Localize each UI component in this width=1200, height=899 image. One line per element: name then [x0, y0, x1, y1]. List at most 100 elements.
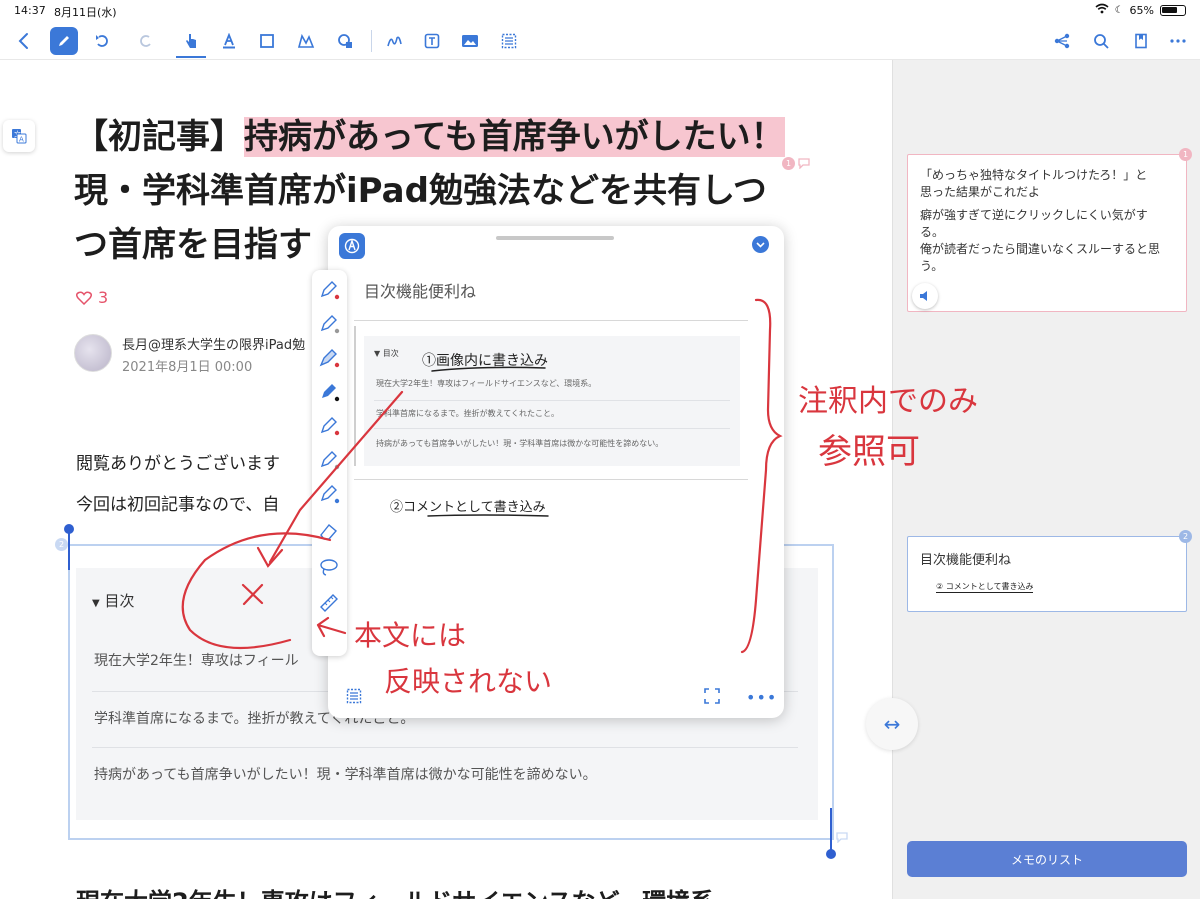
- hand-tool-active-indicator: [176, 56, 206, 58]
- handwriting-note-3b: 参照可: [818, 432, 920, 472]
- body-paragraph-2: 今回は初回記事なので、自: [76, 495, 280, 515]
- speaker-icon[interactable]: [912, 283, 938, 309]
- mini-toc-title: ▼ 目次: [374, 349, 399, 358]
- memo-panel: 「めっちゃ独特なタイトルつけたろ！」と 思った結果がこれだよ 癖が強すぎて逆にク…: [892, 60, 1200, 899]
- annotation-marker-1[interactable]: 1: [782, 157, 810, 170]
- ruler-icon[interactable]: [318, 592, 340, 614]
- share-icon[interactable]: [1048, 27, 1076, 55]
- memo-card-2[interactable]: 目次機能便利ね ② コメントとして書き込み: [907, 536, 1187, 612]
- pen-gray-icon[interactable]: [318, 448, 340, 470]
- text-highlight-icon[interactable]: [215, 27, 243, 55]
- battery-percent: 65%: [1129, 3, 1154, 17]
- divider: [354, 320, 748, 321]
- memo-number-badge: 1: [1179, 148, 1192, 161]
- signature-icon[interactable]: [381, 27, 409, 55]
- toolbar: [0, 22, 1200, 60]
- translate-icon[interactable]: 文A: [3, 120, 35, 152]
- mini-toc-item: 持病があっても首席争いがしたい！現・学科準首席は微かな可能性を諦めない。: [376, 439, 664, 448]
- status-right: ☾ 65%: [1095, 3, 1186, 17]
- section-heading: 現在大学2年生！専攻はフィールドサイエンスなど、環境系。: [76, 882, 738, 899]
- drag-handle[interactable]: [496, 236, 614, 240]
- triangle-down-icon: ▼: [92, 598, 100, 609]
- publish-date: 2021年8月1日 00:00: [122, 360, 253, 375]
- pen-black-icon[interactable]: [318, 380, 340, 402]
- memo-text: 思った結果がこれだよ: [920, 185, 1041, 199]
- memo-card-1[interactable]: 「めっちゃ独特なタイトルつけたろ！」と 思った結果がこれだよ 癖が強すぎて逆にク…: [907, 154, 1187, 312]
- more-icon[interactable]: •••: [746, 688, 777, 707]
- title-line-2: 現・学科準首席がiPad勉強法などを共有しつ: [74, 171, 767, 211]
- memo-text: 癖が強すぎて逆にクリックしにくい気がす: [920, 208, 1148, 222]
- mini-toc-item: 学科準首席になるまで。挫折が教えてくれたこと。: [376, 409, 560, 418]
- memo-text: 俺が読者だったら間違いなくスルーすると思: [920, 242, 1161, 256]
- toc-item[interactable]: 持病があっても首席争いがしたい！現・学科準首席は微かな可能性を諦めない。: [94, 764, 597, 784]
- mini-toc-item: 現在大学2年生！専攻はフィールドサイエンスなど、環境系。: [376, 379, 597, 388]
- svg-text:A: A: [19, 136, 24, 144]
- divider: [92, 747, 798, 748]
- toolbar-separator: [371, 30, 372, 52]
- handwriting-note-1: ①画像内に書き込み: [422, 353, 548, 369]
- pen-palette: [312, 270, 347, 656]
- fountain-pen-red-icon[interactable]: [318, 278, 340, 300]
- chevron-down-icon[interactable]: [752, 236, 769, 253]
- memo-number-badge: 2: [1179, 530, 1192, 543]
- handwriting-note-2: ②コメントとして書き込み: [390, 500, 546, 515]
- redo-icon[interactable]: [132, 27, 160, 55]
- avatar[interactable]: [74, 334, 112, 372]
- selection-handle-bottom-bar: [830, 808, 832, 850]
- annotation-number-badge: 2: [55, 538, 68, 551]
- memo-title[interactable]: 目次機能便利ね: [364, 278, 476, 302]
- battery-icon: [1160, 4, 1186, 16]
- pen-blue-icon[interactable]: [318, 482, 340, 504]
- more-icon[interactable]: [1164, 27, 1192, 55]
- author-name[interactable]: 長月@理系大学生の限界iPad勉: [122, 334, 305, 353]
- outline-icon[interactable]: [495, 27, 523, 55]
- rectangle-select-icon[interactable]: [253, 27, 281, 55]
- lasso-icon[interactable]: [318, 556, 340, 578]
- status-bar: 14:37 8月11日(水) ☾ 65%: [0, 0, 1200, 22]
- heart-icon: [76, 291, 92, 305]
- like-button[interactable]: 3: [76, 288, 108, 307]
- toc-title[interactable]: ▼ 目次: [92, 590, 135, 611]
- divider: [374, 428, 730, 429]
- eraser-icon[interactable]: [318, 520, 340, 542]
- handwriting-note-4b: 反映されない: [384, 665, 553, 698]
- title-highlighted-text[interactable]: 持病があっても首席争いがしたい！: [244, 117, 785, 157]
- status-date: 8月11日(水): [54, 6, 117, 19]
- bookmark-icon[interactable]: [1127, 27, 1155, 55]
- handwriting-note-3a: 注釈内でのみ: [798, 384, 978, 419]
- outline-icon[interactable]: [346, 688, 364, 706]
- wifi-icon: [1095, 3, 1109, 17]
- body-paragraph-1: 閲覧ありがとうございます: [76, 454, 280, 474]
- shape-tool-icon[interactable]: [292, 27, 320, 55]
- pen-red-icon[interactable]: [318, 414, 340, 436]
- divider: [354, 479, 748, 480]
- pen-mode-icon[interactable]: [339, 233, 365, 259]
- toc-item[interactable]: 現在大学2年生！専攻はフィール: [94, 650, 299, 670]
- divider: [374, 400, 730, 401]
- moon-icon: ☾: [1114, 4, 1124, 16]
- highlighter-icon[interactable]: [318, 346, 340, 368]
- swap-arrows-icon[interactable]: ↔: [866, 698, 918, 750]
- memo-title: 目次機能便利ね: [920, 553, 1012, 568]
- status-time: 14:37: [14, 4, 46, 17]
- memo-text: 「めっちゃ独特なタイトルつけたろ！」と: [920, 168, 1148, 182]
- embedded-toc-image[interactable]: ▼ 目次 現在大学2年生！専攻はフィールドサイエンスなど、環境系。 学科準首席に…: [364, 336, 740, 466]
- selection-handle-bottom[interactable]: [826, 849, 836, 859]
- title-prefix: 【初記事】: [74, 117, 244, 157]
- textbox-icon[interactable]: [418, 27, 446, 55]
- expand-icon[interactable]: [704, 688, 722, 706]
- pencil-icon[interactable]: [50, 27, 78, 55]
- like-count: 3: [98, 288, 109, 307]
- undo-icon[interactable]: [88, 27, 116, 55]
- memo-text: る。: [920, 225, 945, 239]
- hand-tool-icon[interactable]: [177, 27, 205, 55]
- memo-handwriting-thumbnail: ② コメントとして書き込み: [936, 582, 1034, 593]
- memo-text: う。: [920, 259, 944, 273]
- stamp-tool-icon[interactable]: [331, 27, 359, 55]
- back-icon[interactable]: [10, 27, 38, 55]
- annotation-number-badge: 1: [782, 157, 795, 170]
- search-icon[interactable]: [1087, 27, 1115, 55]
- memo-list-button[interactable]: メモのリスト: [907, 841, 1187, 877]
- image-insert-icon[interactable]: [456, 27, 484, 55]
- fountain-pen-gray-icon[interactable]: [318, 312, 340, 334]
